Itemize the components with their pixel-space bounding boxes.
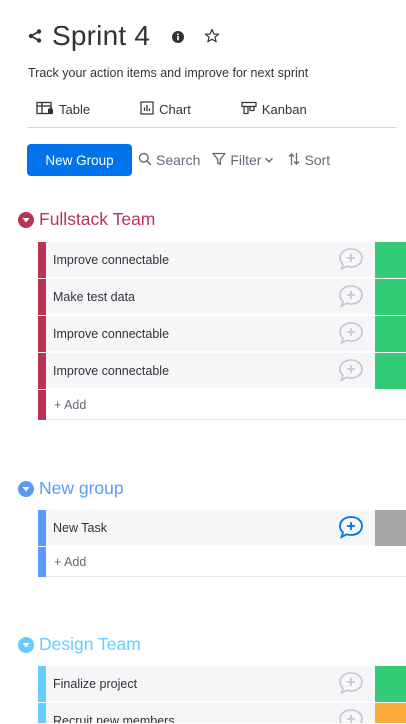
add-update-icon[interactable] [338, 708, 364, 723]
add-update-icon[interactable] [338, 284, 364, 308]
new-group-button[interactable]: New Group [27, 144, 132, 176]
group-collapse-toggle[interactable] [18, 636, 34, 653]
star-icon[interactable] [204, 28, 220, 44]
status-cell[interactable] [375, 666, 406, 702]
add-item-label[interactable]: + Add [54, 555, 86, 569]
status-cell[interactable] [375, 510, 406, 546]
table-row[interactable]: Improve connectable [38, 353, 406, 389]
group-title[interactable]: New group [39, 478, 124, 499]
status-cell[interactable] [375, 703, 406, 723]
board-description[interactable]: Track your action items and improve for … [28, 66, 308, 80]
table-row[interactable]: Improve connectable [38, 242, 406, 278]
group-title[interactable]: Design Team [39, 634, 141, 655]
add-item-row[interactable]: + Add [38, 547, 406, 577]
caret-down-icon [22, 217, 30, 222]
sort-icon [288, 152, 304, 169]
share-icon[interactable] [28, 29, 42, 43]
search-label: Search [156, 152, 201, 168]
item-name[interactable]: Recruit new members [53, 714, 175, 723]
chevron-down-icon [264, 152, 278, 168]
sort-button[interactable]: Sort [288, 152, 330, 169]
add-update-icon[interactable] [338, 321, 364, 345]
table-row[interactable]: New Task [38, 510, 406, 546]
tab-kanban[interactable]: Kanban [233, 92, 307, 126]
status-cell[interactable] [375, 316, 406, 352]
group-color-bar [38, 666, 46, 702]
board-toolbar: New Group Search Filter Sort [27, 144, 330, 176]
item-name[interactable]: Finalize project [53, 677, 137, 691]
sort-label: Sort [304, 152, 331, 168]
add-update-icon[interactable] [338, 358, 364, 382]
status-cell[interactable] [375, 353, 406, 389]
add-update-icon[interactable] [338, 515, 364, 539]
table-icon [36, 101, 59, 118]
kanban-icon [241, 101, 262, 118]
item-name[interactable]: Make test data [53, 290, 135, 304]
group-color-bar [38, 547, 46, 577]
add-update-icon[interactable] [338, 247, 364, 271]
tab-kanban-label: Kanban [261, 101, 307, 117]
table-row[interactable]: Recruit new members [38, 703, 406, 724]
caret-down-icon [22, 642, 30, 647]
filter-label: Filter [230, 152, 262, 168]
add-update-icon[interactable] [338, 671, 364, 695]
add-item-row[interactable]: + Add [38, 390, 406, 420]
group-title[interactable]: Fullstack Team [39, 209, 155, 230]
tab-chart-label: Chart [159, 101, 191, 117]
status-cell[interactable] [375, 242, 406, 278]
filter-icon [212, 152, 230, 169]
search-button[interactable]: Search [138, 152, 200, 169]
tab-table[interactable]: Table [28, 92, 90, 126]
item-name[interactable]: Improve connectable [53, 364, 169, 378]
group-color-bar [38, 316, 46, 352]
group-color-bar [38, 390, 46, 420]
table-row[interactable]: Make test data [38, 279, 406, 315]
group-header-fullstack[interactable]: Fullstack Team [18, 209, 155, 230]
board-title[interactable]: Sprint 4 [52, 20, 150, 52]
item-name[interactable]: New Task [53, 521, 107, 535]
item-name[interactable]: Improve connectable [53, 327, 169, 341]
tab-table-label: Table [59, 101, 91, 117]
group-header-new-group[interactable]: New group [18, 478, 124, 499]
tab-chart[interactable]: Chart [132, 92, 191, 126]
status-cell[interactable] [375, 279, 406, 315]
group-header-design[interactable]: Design Team [18, 634, 141, 655]
group-color-bar [38, 510, 46, 546]
filter-button[interactable]: Filter [212, 152, 278, 169]
table-row[interactable]: Finalize project [38, 666, 406, 702]
group-collapse-toggle[interactable] [18, 211, 34, 228]
table-row[interactable]: Improve connectable [38, 316, 406, 352]
caret-down-icon [22, 486, 30, 491]
add-item-label[interactable]: + Add [54, 398, 86, 412]
item-name[interactable]: Improve connectable [53, 253, 169, 267]
group-color-bar [38, 242, 46, 278]
group-collapse-toggle[interactable] [18, 480, 34, 497]
group-color-bar [38, 703, 46, 723]
search-icon [138, 152, 156, 169]
title-row: Sprint 4 [28, 18, 220, 54]
view-tabs: Table Chart Kanban [28, 92, 396, 128]
group-color-bar [38, 353, 46, 389]
info-icon[interactable] [172, 30, 185, 43]
group-color-bar [38, 279, 46, 315]
chart-icon [140, 100, 159, 118]
